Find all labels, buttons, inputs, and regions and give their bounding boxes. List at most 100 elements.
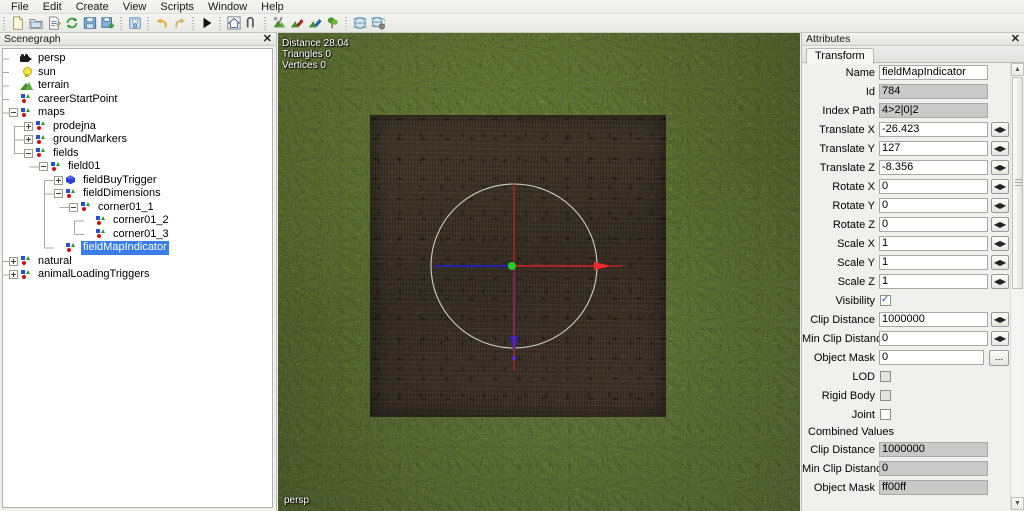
- toolbar-grip-0[interactable]: [2, 15, 7, 31]
- new-file-icon[interactable]: [9, 15, 27, 32]
- terrain-paint-icon[interactable]: [288, 15, 306, 32]
- attr-input-translate-z[interactable]: -8.356: [879, 160, 988, 175]
- tree-collapse-icon[interactable]: [69, 202, 78, 212]
- tree-node-careerstartpoint[interactable]: careerStartPoint: [3, 93, 272, 107]
- attr-spinner-scale-y[interactable]: ◀▶: [991, 255, 1009, 270]
- toolbar-grip-4[interactable]: [218, 15, 223, 31]
- globe-settings-icon[interactable]: [369, 15, 387, 32]
- attr-input-rotate-z[interactable]: 0: [879, 217, 988, 232]
- attr-row-object-mask: Object Mask 0...: [802, 348, 1011, 367]
- attr-spinner-min-clip-distance[interactable]: ◀▶: [991, 331, 1009, 346]
- globe-icon[interactable]: [351, 15, 369, 32]
- attr-checkbox-rigid-body[interactable]: [880, 390, 891, 401]
- tree-node-natural[interactable]: natural: [3, 255, 272, 269]
- attr-checkbox-visibility[interactable]: [880, 294, 891, 306]
- attr-input-clip-distance[interactable]: 1000000: [879, 312, 988, 327]
- play-icon[interactable]: [198, 15, 216, 32]
- import-icon[interactable]: [126, 15, 144, 32]
- tree-node-field01[interactable]: field01: [3, 160, 272, 174]
- attr-spinner-rotate-x[interactable]: ◀▶: [991, 179, 1009, 194]
- tree-node-animalloadingtriggers[interactable]: animalLoadingTriggers: [3, 268, 272, 282]
- menu-item-view[interactable]: View: [116, 0, 154, 14]
- menu-item-window[interactable]: Window: [201, 0, 254, 14]
- tree-expand-icon[interactable]: [54, 175, 63, 185]
- toolbar-grip-2[interactable]: [146, 15, 151, 31]
- undo-icon[interactable]: [153, 15, 171, 32]
- attr-checkbox-joint[interactable]: [880, 409, 891, 420]
- attr-spinner-rotate-y[interactable]: ◀▶: [991, 198, 1009, 213]
- attr-input-scale-y[interactable]: 1: [879, 255, 988, 270]
- tree-collapse-icon[interactable]: [24, 148, 33, 158]
- attr-input-scale-x[interactable]: 1: [879, 236, 988, 251]
- scenegraph-tree[interactable]: persp sun terrain careerStartPoint maps prode…: [2, 48, 273, 508]
- tree-node-fieldbuytrigger[interactable]: fieldBuyTrigger: [3, 174, 272, 188]
- attr-spinner-scale-z[interactable]: ◀▶: [991, 274, 1009, 289]
- menu-item-create[interactable]: Create: [69, 0, 116, 14]
- toolbar-grip-1[interactable]: [119, 15, 124, 31]
- scrollbar-thumb[interactable]: [1012, 77, 1023, 289]
- attr-input-name[interactable]: fieldMapIndicator: [879, 65, 988, 80]
- attr-input-rotate-y[interactable]: 0: [879, 198, 988, 213]
- home-icon[interactable]: [225, 15, 243, 32]
- attr-input-object-mask[interactable]: 0: [879, 350, 984, 365]
- scroll-up-arrow-icon[interactable]: ▲: [1011, 63, 1024, 76]
- attr-input-rotate-x[interactable]: 0: [879, 179, 988, 194]
- redo-icon[interactable]: [171, 15, 189, 32]
- tree-node-sun[interactable]: sun: [3, 66, 272, 80]
- tree-node-prodejna[interactable]: prodejna: [3, 120, 272, 134]
- attr-spinner-translate-y[interactable]: ◀▶: [991, 141, 1009, 156]
- attr-spinner-scale-x[interactable]: ◀▶: [991, 236, 1009, 251]
- attr-spinner-translate-z[interactable]: ◀▶: [991, 160, 1009, 175]
- terrain-detail-icon[interactable]: [306, 15, 324, 32]
- attr-input-translate-y[interactable]: 127: [879, 141, 988, 156]
- attr-input-scale-z[interactable]: 1: [879, 274, 988, 289]
- foliage-icon[interactable]: [324, 15, 342, 32]
- toolbar-grip-5[interactable]: [263, 15, 268, 31]
- tree-node-fields[interactable]: fields: [3, 147, 272, 161]
- edit-document-icon[interactable]: [45, 15, 63, 32]
- tree-collapse-icon[interactable]: [9, 108, 18, 118]
- tree-node-persp[interactable]: persp: [3, 52, 272, 66]
- transform-gizmo-icon[interactable]: [243, 15, 261, 32]
- tree-expand-icon[interactable]: [9, 270, 18, 280]
- tree-node-maps[interactable]: maps: [3, 106, 272, 120]
- tree-expand-icon[interactable]: [24, 121, 33, 131]
- attr-spinner-translate-x[interactable]: ◀▶: [991, 122, 1009, 137]
- tree-collapse-icon[interactable]: [54, 189, 63, 199]
- attr-checkbox-lod[interactable]: [880, 371, 891, 382]
- reload-icon[interactable]: [63, 15, 81, 32]
- menu-item-help[interactable]: Help: [254, 0, 291, 14]
- attributes-close-icon[interactable]: ✕: [1011, 33, 1020, 46]
- menu-item-edit[interactable]: Edit: [36, 0, 69, 14]
- save-as-icon[interactable]: [99, 15, 117, 32]
- transform-icon: [65, 242, 78, 254]
- menu-item-file[interactable]: File: [4, 0, 36, 14]
- menu-item-scripts[interactable]: Scripts: [153, 0, 201, 14]
- attr-label: Rotate Z: [832, 218, 875, 231]
- tree-node-corner01_3[interactable]: corner01_3: [3, 228, 272, 242]
- toolbar-grip-6[interactable]: [344, 15, 349, 31]
- attr-input-translate-x[interactable]: -26.423: [879, 122, 988, 137]
- attributes-scrollbar[interactable]: ▲ ▼: [1010, 63, 1024, 510]
- tree-node-groundmarkers[interactable]: groundMarkers: [3, 133, 272, 147]
- tree-node-corner01_1[interactable]: corner01_1: [3, 201, 272, 215]
- tree-collapse-icon[interactable]: [39, 162, 48, 172]
- scroll-down-arrow-icon[interactable]: ▼: [1011, 497, 1024, 510]
- tree-node-corner01_2[interactable]: corner01_2: [3, 214, 272, 228]
- tree-expand-icon[interactable]: [24, 135, 33, 145]
- viewport-3d[interactable]: Distance 28.04 Triangles 0 Vertices 0 pe…: [278, 33, 800, 511]
- tree-node-fieldmapindicator[interactable]: fieldMapIndicator: [3, 241, 272, 255]
- tab-transform[interactable]: Transform: [806, 48, 874, 64]
- attr-spinner-clip-distance[interactable]: ◀▶: [991, 312, 1009, 327]
- attr-browse-button-object-mask[interactable]: ...: [989, 349, 1009, 366]
- tree-expand-icon[interactable]: [9, 256, 18, 266]
- tree-node-fielddimensions[interactable]: fieldDimensions: [3, 187, 272, 201]
- toolbar-grip-3[interactable]: [191, 15, 196, 31]
- save-icon[interactable]: [81, 15, 99, 32]
- attr-spinner-rotate-z[interactable]: ◀▶: [991, 217, 1009, 232]
- scenegraph-close-icon[interactable]: ✕: [263, 33, 272, 46]
- open-folder-icon[interactable]: [27, 15, 45, 32]
- terrain-sculpt-icon[interactable]: [270, 15, 288, 32]
- attr-input-min-clip-distance[interactable]: 0: [879, 331, 988, 346]
- tree-node-terrain[interactable]: terrain: [3, 79, 272, 93]
